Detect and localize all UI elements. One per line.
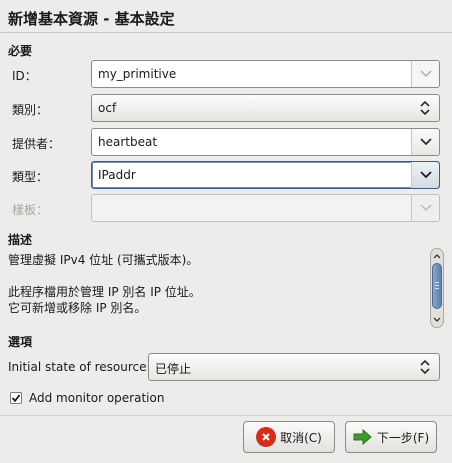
button-divider	[0, 415, 452, 416]
monitor-checkbox[interactable]	[10, 392, 22, 404]
provider-value[interactable]: heartbeat	[98, 135, 157, 149]
required-section-heading: 必要	[8, 44, 33, 58]
monitor-label[interactable]: Add monitor operation	[29, 391, 164, 405]
description-line: 它可新增或移除 IP 別名。	[8, 301, 147, 315]
provider-combo[interactable]: heartbeat	[91, 128, 440, 156]
chevron-down-icon	[419, 70, 432, 78]
id-value[interactable]: my_primitive	[98, 67, 176, 81]
initial-state-select[interactable]: 已停止	[148, 353, 440, 381]
title-divider	[0, 32, 452, 33]
description-line: 此程序檔用於管理 IP 別名 IP 位址。	[8, 285, 201, 299]
next-button[interactable]: 下一步(F)	[345, 421, 437, 453]
initial-state-label: Initial state of resource:	[8, 360, 151, 374]
chevron-down-icon	[419, 171, 432, 179]
description-line: 管理虛擬 IPv4 位址 (可攜式版本)。	[8, 253, 199, 267]
window-title: 新增基本資源 - 基本設定	[8, 10, 175, 28]
checkmark-icon	[11, 394, 21, 403]
provider-dropdown-button[interactable]	[411, 129, 439, 155]
id-label: ID：	[12, 69, 37, 83]
description-scrollbar[interactable]	[430, 248, 444, 328]
chevron-down-icon	[419, 138, 432, 146]
initial-state-value: 已停止	[155, 362, 192, 376]
id-dropdown-button[interactable]	[411, 61, 439, 87]
provider-label: 提供者：	[12, 137, 61, 151]
chevron-down-icon	[419, 204, 432, 212]
cancel-button[interactable]: 取消(C)	[243, 421, 335, 453]
template-label: 樣板：	[12, 203, 49, 217]
description-heading: 描述	[8, 233, 33, 247]
type-dropdown-button[interactable]	[411, 162, 439, 188]
options-heading: 選項	[8, 335, 33, 349]
updown-arrows-icon	[415, 98, 435, 118]
arrow-right-icon	[353, 427, 373, 447]
scroll-down-arrow-icon[interactable]	[431, 314, 443, 326]
class-select[interactable]: ocf	[91, 94, 440, 122]
cancel-icon	[256, 427, 277, 447]
class-label: 類別：	[12, 103, 49, 117]
description-text: 管理虛擬 IPv4 位址 (可攜式版本)。 此程序檔用於管理 IP 別名 IP …	[8, 252, 428, 316]
class-value: ocf	[98, 101, 117, 115]
type-label: 類型：	[12, 170, 49, 184]
template-dropdown-button	[411, 195, 439, 221]
cancel-label: 取消(C)	[280, 430, 322, 445]
scroll-up-arrow-icon[interactable]	[431, 250, 443, 262]
type-value[interactable]: IPaddr	[98, 168, 136, 182]
id-combo[interactable]: my_primitive	[91, 60, 440, 88]
updown-arrows-icon	[415, 357, 435, 377]
next-label: 下一步(F)	[376, 430, 430, 445]
template-combo	[91, 194, 440, 222]
type-combo[interactable]: IPaddr	[91, 161, 440, 189]
scrollbar-thumb[interactable]	[432, 263, 442, 309]
